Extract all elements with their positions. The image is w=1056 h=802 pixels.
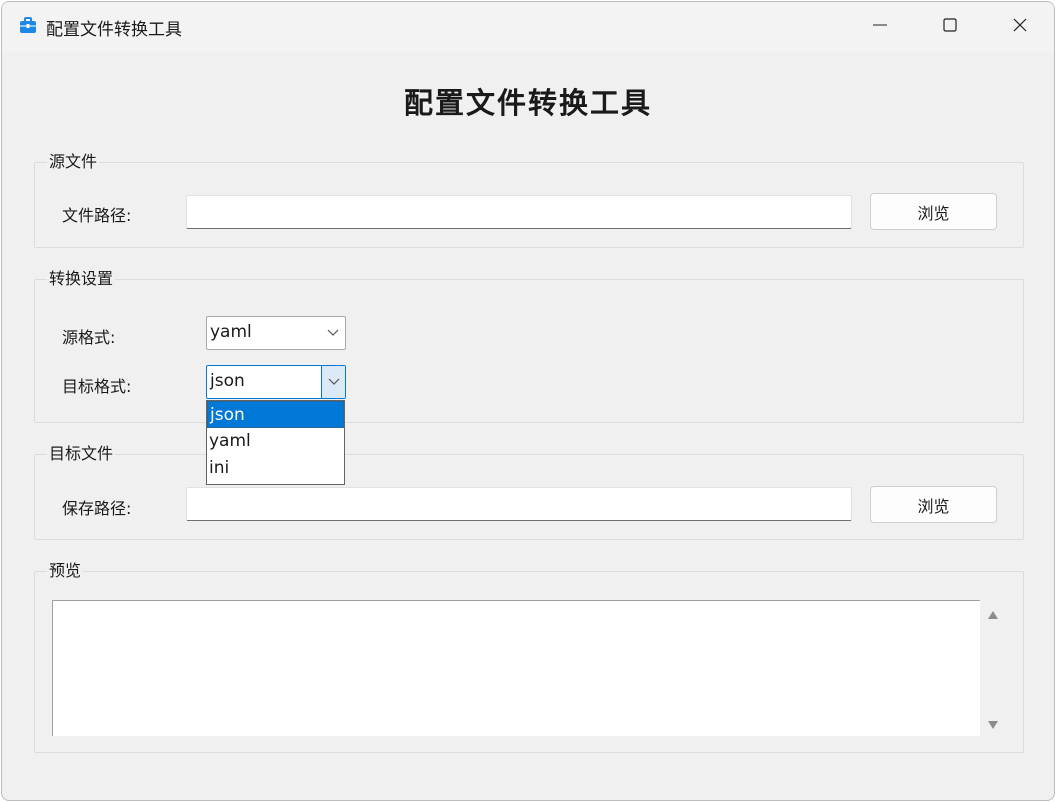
- minimize-button[interactable]: [845, 2, 915, 52]
- group-title-preview: 预览: [47, 561, 84, 581]
- dropdown-option-ini[interactable]: ini: [207, 455, 344, 482]
- window-title: 配置文件转换工具: [46, 20, 182, 40]
- dropdown-option-json[interactable]: json: [207, 401, 344, 428]
- target-format-select[interactable]: json: [206, 365, 346, 399]
- chevron-down-icon: [321, 366, 345, 398]
- source-browse-button[interactable]: 浏览: [870, 193, 997, 230]
- group-title-conversion: 转换设置: [47, 269, 116, 289]
- page-title: 配置文件转换工具: [403, 86, 652, 120]
- source-path-label: 文件路径:: [62, 206, 132, 225]
- maximize-button[interactable]: [915, 2, 985, 52]
- target-browse-button[interactable]: 浏览: [870, 486, 997, 523]
- minimize-icon: [872, 17, 888, 37]
- source-browse-label: 浏览: [917, 203, 950, 223]
- source-path-input[interactable]: [186, 195, 852, 229]
- maximize-icon: [942, 17, 958, 37]
- save-path-label: 保存路径:: [62, 499, 132, 518]
- preview-textarea[interactable]: [52, 600, 980, 736]
- source-format-value: yaml: [210, 322, 252, 342]
- save-path-input[interactable]: [186, 487, 852, 521]
- close-button[interactable]: [985, 2, 1054, 52]
- conversion-settings-group: 转换设置: [34, 269, 1024, 423]
- target-format-value: json: [210, 371, 245, 391]
- scroll-up-icon[interactable]: [987, 610, 999, 620]
- toolbox-icon: [18, 16, 38, 36]
- preview-scrollbar[interactable]: [982, 600, 1004, 736]
- target-browse-label: 浏览: [917, 496, 950, 516]
- title-bar[interactable]: 配置文件转换工具: [2, 2, 1054, 52]
- scroll-down-icon[interactable]: [987, 720, 999, 730]
- source-format-label: 源格式:: [62, 328, 116, 347]
- target-format-dropdown: json yaml ini: [206, 400, 345, 485]
- group-title-source: 源文件: [47, 152, 100, 172]
- target-format-label: 目标格式:: [62, 377, 132, 396]
- chevron-down-icon: [321, 317, 345, 349]
- dropdown-option-yaml[interactable]: yaml: [207, 428, 344, 455]
- app-window: 配置文件转换工具 配置文件转换工具 源文件 文件路径: 浏览 转换设置 源格式:…: [1, 1, 1055, 801]
- close-icon: [1012, 17, 1028, 37]
- group-title-target: 目标文件: [47, 444, 116, 464]
- source-format-select[interactable]: yaml: [206, 316, 346, 350]
